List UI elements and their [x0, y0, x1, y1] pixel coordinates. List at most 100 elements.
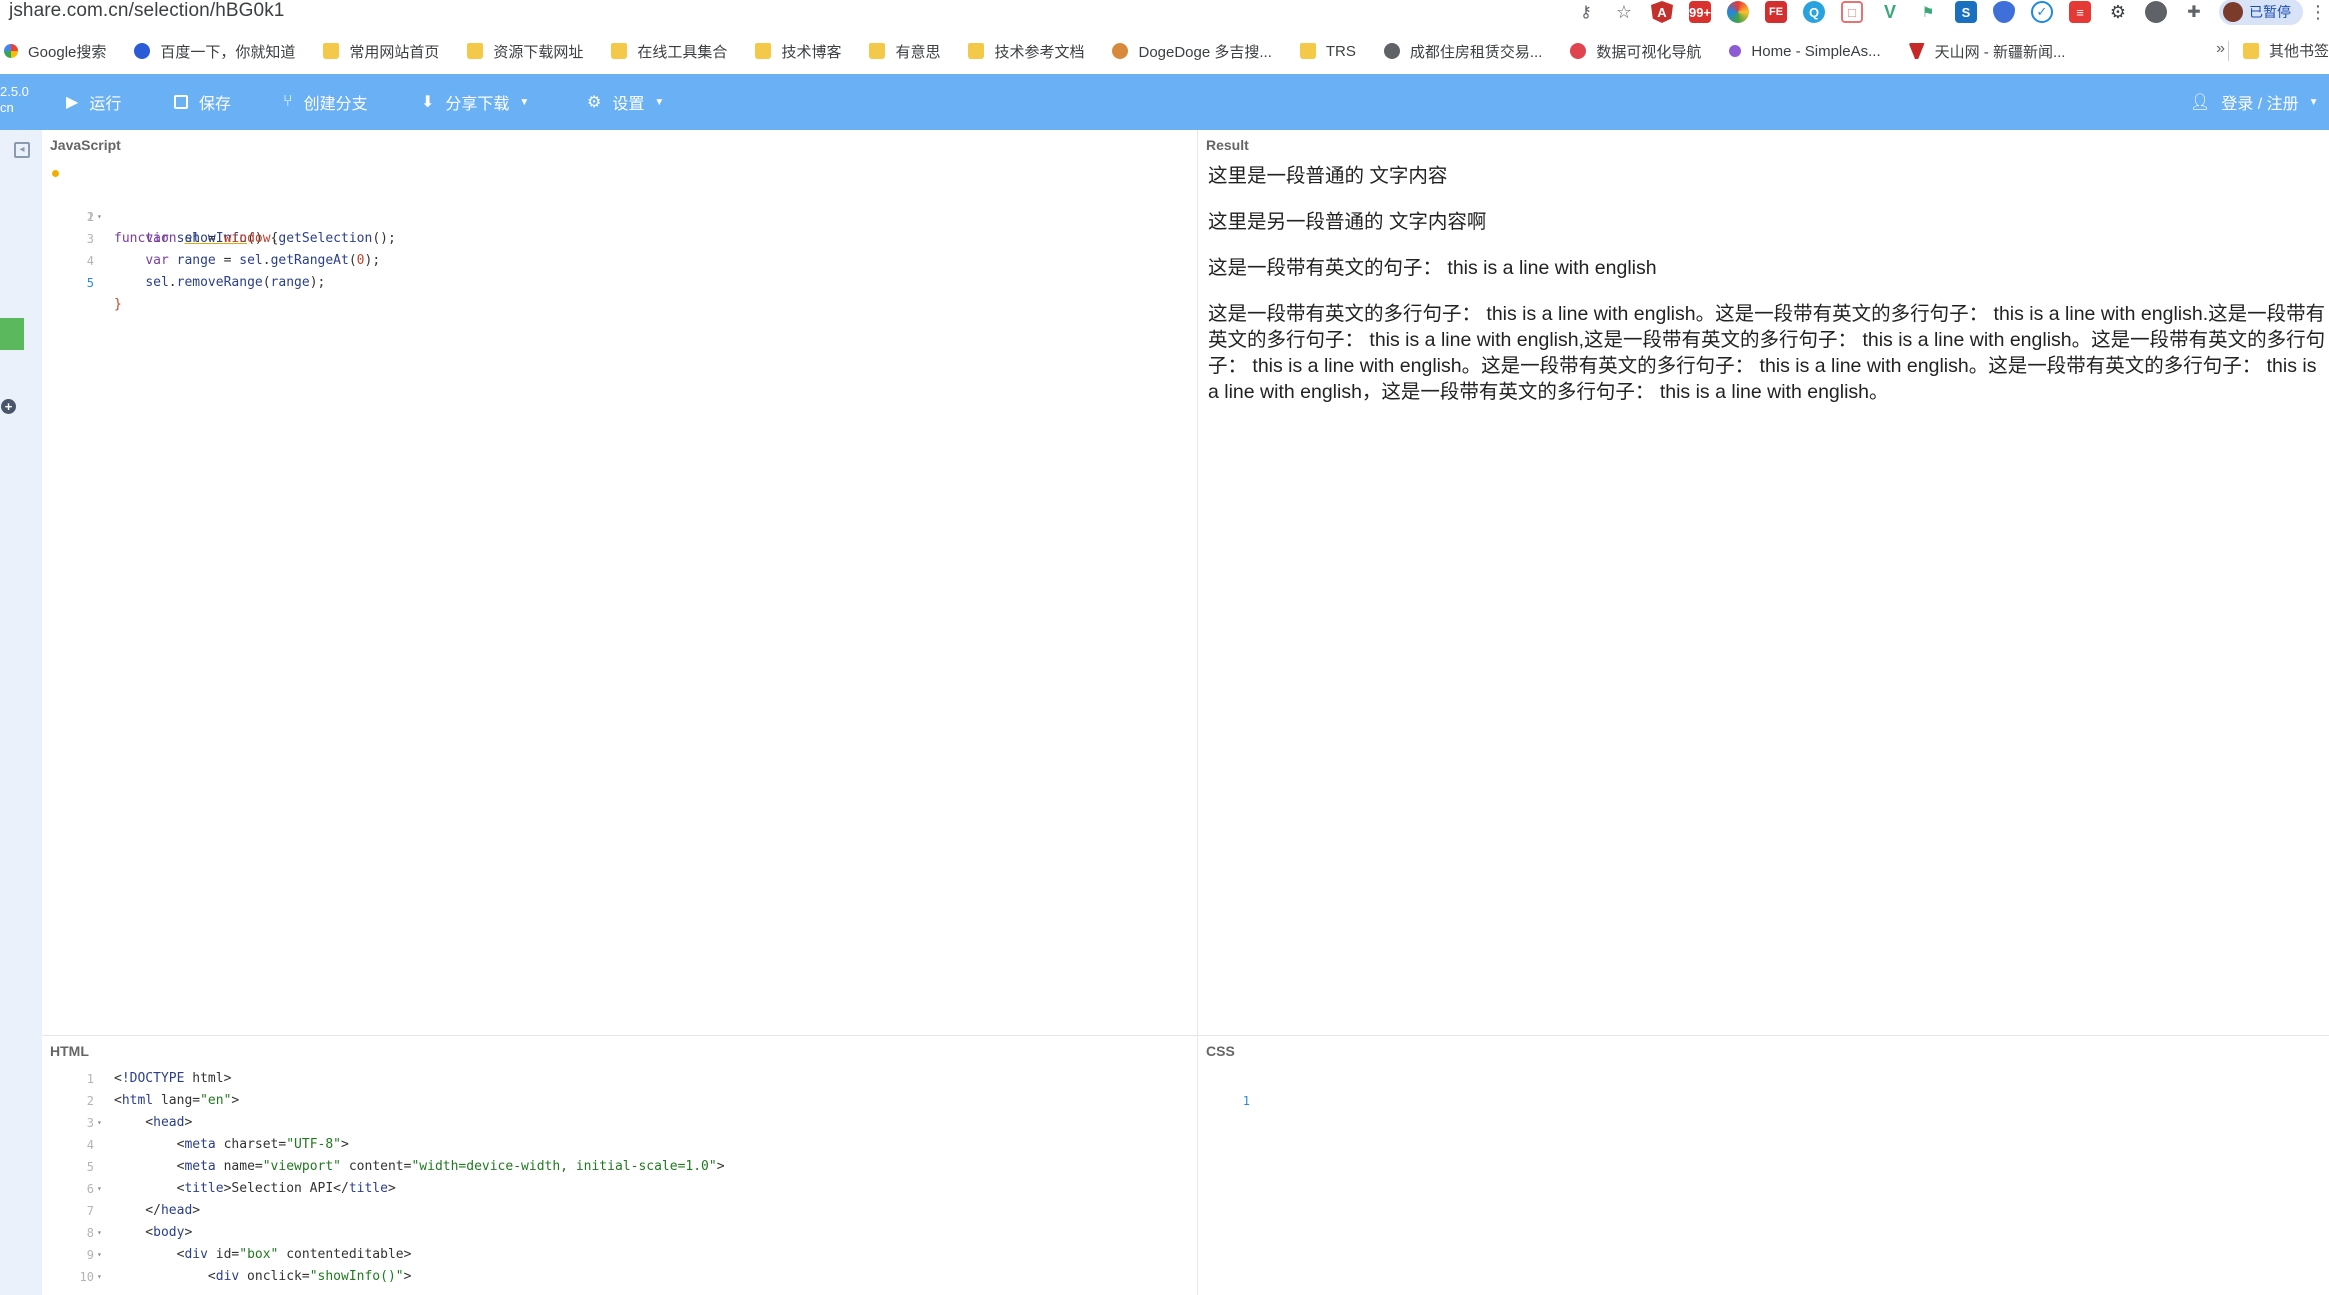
code-line[interactable]: 5 }	[42, 250, 1197, 312]
url-text[interactable]: jshare.com.cn/selection/hBG0k1	[9, 0, 284, 22]
puzzle-icon[interactable]: ✚	[2183, 1, 2205, 23]
star-icon[interactable]: ☆	[1613, 1, 1635, 23]
html-line-3: <head>	[114, 1115, 193, 1130]
settings-dropdown[interactable]: ⚙ 设置 ▼	[587, 74, 664, 130]
code-line[interactable]: 3 ▾ <head>	[42, 1112, 1197, 1134]
vue-ext-icon[interactable]: V	[1879, 1, 1901, 23]
editor-toolbar: 2.5.0 cn ▶ 运行 保存 ⑂ 创建分支 ⬇ 分享下载 ▼ ⚙ 设置 ▼ …	[0, 74, 2329, 130]
save-button[interactable]: 保存	[174, 74, 231, 130]
angular-ext-icon[interactable]: A	[1651, 1, 1673, 23]
login-register-dropdown[interactable]: 👤︎ 登录 / 注册 ▼	[2190, 74, 2319, 130]
add-resource-icon[interactable]: +	[1, 399, 16, 414]
warning-dot-icon	[52, 170, 59, 177]
s-ext-icon[interactable]: S	[1955, 1, 1977, 23]
javascript-editor-pane[interactable]: JavaScript 1 ▾ function showInfo() { 2 va…	[42, 130, 1197, 1035]
line-number: 8	[86, 1226, 94, 1240]
adblock-ext-icon[interactable]: 99+	[1689, 1, 1711, 23]
code-line[interactable]: 1 <!DOCTYPE html>	[42, 1068, 1197, 1090]
code-line[interactable]: 10 ▾ <div onclick="showInfo()">	[42, 1266, 1197, 1288]
bookmark-simpleas[interactable]: Home - SimpleAs...	[1729, 43, 1881, 60]
result-paragraph-2[interactable]: 这里是另一段普通的 文字内容啊	[1208, 209, 2329, 235]
create-branch-button[interactable]: ⑂ 创建分支	[283, 74, 368, 130]
folder-icon	[323, 43, 340, 59]
bookmark-folder-tools[interactable]: 在线工具集合	[611, 41, 727, 62]
fold-arrow-icon[interactable]: ▾	[97, 1266, 102, 1288]
flag-ext-icon[interactable]: ⚑	[1917, 1, 1939, 23]
bookmark-folder-common[interactable]: 常用网站首页	[323, 41, 439, 62]
bookmark-folder-blogs[interactable]: 技术博客	[755, 41, 841, 62]
chevron-down-icon: ▼	[519, 96, 530, 108]
result-paragraph-3[interactable]: 这是一段带有英文的句子： this is a line with english	[1208, 255, 2329, 281]
browser-extensions: ⚷ ☆ A 99+ FE Q □ V ⚑ S ✓ ≡ ⚙ ✚ 已暂停 ⋮	[1567, 0, 2329, 25]
bookmark-folder-trs[interactable]: TRS	[1299, 43, 1356, 60]
fold-arrow-icon[interactable]: ▾	[97, 1112, 102, 1134]
html-code[interactable]: 1 <!DOCTYPE html> 2 <html lang="en"> 3 ▾ <hea…	[42, 1068, 1197, 1288]
bookmark-baidu[interactable]: 百度一下，你就知道	[134, 41, 295, 62]
folder-icon	[1299, 43, 1316, 59]
fe-ext-icon[interactable]: FE	[1765, 1, 1787, 23]
code-line[interactable]: 1	[1198, 1068, 2329, 1108]
code-line[interactable]: 6 ▾ <title>Selection API</title>	[42, 1178, 1197, 1200]
folder-icon	[755, 43, 772, 59]
html-line-4: <meta charset="UTF-8">	[114, 1137, 349, 1152]
css-editor-pane[interactable]: CSS 1	[1197, 1035, 2329, 1295]
collapse-panel-icon[interactable]: ◂	[14, 142, 30, 158]
fold-arrow-icon[interactable]: ▾	[97, 1244, 102, 1266]
browser-menu-icon[interactable]: ⋮	[2309, 2, 2327, 23]
search-ext-icon[interactable]: Q	[1803, 1, 1825, 23]
code-line[interactable]: 4 <meta charset="UTF-8">	[42, 1134, 1197, 1156]
profile-button[interactable]: 已暂停	[2219, 0, 2303, 25]
result-pane[interactable]: Result 这里是一段普通的 文字内容 这里是另一段普通的 文字内容啊 这是一…	[1197, 130, 2329, 1035]
side-tab-marker[interactable]	[0, 318, 24, 350]
bookmark-google[interactable]: Google搜索	[4, 41, 106, 62]
html-line-1: <!DOCTYPE html>	[114, 1071, 232, 1086]
code-line[interactable]: 1 ▾ function showInfo() {	[42, 162, 1197, 246]
code-line[interactable]: 9 ▾ <div id="box" contenteditable>	[42, 1244, 1197, 1266]
fold-arrow-icon[interactable]: ▾	[97, 1222, 102, 1244]
gear-icon: ⚙	[587, 94, 602, 111]
fold-arrow-icon[interactable]: ▾	[97, 1178, 102, 1200]
code-line[interactable]: 7 </head>	[42, 1200, 1197, 1222]
code-line[interactable]: 5 <meta name="viewport" content="width=d…	[42, 1156, 1197, 1178]
result-paragraph-1[interactable]: 这里是一段普通的 文字内容	[1208, 163, 2329, 189]
chevron-down-icon: ▼	[2308, 96, 2319, 108]
folder-icon	[968, 43, 985, 59]
pane-title-html: HTML	[50, 1043, 89, 1059]
notes-ext-icon[interactable]: ≡	[2069, 1, 2091, 23]
code-line[interactable]: 2 var sel = window.getSelection();	[42, 184, 1197, 246]
dogedoge-icon	[1112, 43, 1129, 59]
code-line[interactable]: 4 sel.removeRange(range);	[42, 228, 1197, 290]
bookmark-folder-downloads[interactable]: 资源下载网址	[467, 41, 583, 62]
bookmarks-overflow-button[interactable]: »	[2216, 40, 2225, 58]
code-line[interactable]: 3 var range = sel.getRangeAt(0);	[42, 206, 1197, 268]
code-line[interactable]: 8 ▾ <body>	[42, 1222, 1197, 1244]
result-paragraph-4[interactable]: 这是一段带有英文的多行句子： this is a line with engli…	[1208, 301, 2329, 405]
run-button[interactable]: ▶ 运行	[66, 74, 121, 130]
key-icon[interactable]: ⚷	[1575, 1, 1597, 23]
elephant-ext-icon[interactable]	[2145, 1, 2167, 23]
download-icon: ⬇	[421, 94, 435, 111]
javascript-code[interactable]: 1 ▾ function showInfo() { 2 var sel = win…	[42, 162, 1197, 312]
bookmark-tianshan[interactable]: 天山网 - 新疆新闻...	[1908, 41, 2065, 62]
bookmark-dogedoge[interactable]: DogeDoge 多吉搜...	[1112, 41, 1272, 62]
bookmark-chengdu-rental[interactable]: 成都住房租赁交易...	[1383, 41, 1542, 62]
code-line[interactable]: 2 <html lang="en">	[42, 1090, 1197, 1112]
js-line-4: sel.removeRange(range);	[145, 275, 326, 290]
browser-url-bar[interactable]: jshare.com.cn/selection/hBG0k1 ⚷ ☆ A 99+…	[0, 0, 2329, 26]
bookmark-folder-docs[interactable]: 技术参考文档	[968, 41, 1084, 62]
css-code[interactable]: 1	[1198, 1068, 2329, 1108]
share-download-dropdown[interactable]: ⬇ 分享下载 ▼	[421, 74, 529, 130]
box-ext-icon[interactable]: □	[1841, 1, 1863, 23]
shield-ext-icon[interactable]	[1993, 1, 2015, 23]
line-number: 5	[86, 1160, 94, 1174]
bookmark-datavis[interactable]: 数据可视化导航	[1570, 41, 1701, 62]
other-bookmarks-folder[interactable]: 其他书签	[2227, 40, 2329, 61]
html-editor-pane[interactable]: HTML 1 <!DOCTYPE html> 2 <html lang="en"> 3 ▾…	[42, 1035, 1197, 1295]
version-label: 2.5.0 cn	[0, 84, 29, 115]
html-line-10: <div onclick="showInfo()">	[114, 1269, 412, 1284]
check-ext-icon[interactable]: ✓	[2031, 1, 2053, 23]
colorful-ext-icon[interactable]	[1727, 1, 1749, 23]
gear-ext-icon[interactable]: ⚙	[2107, 1, 2129, 23]
result-content[interactable]: 这里是一段普通的 文字内容 这里是另一段普通的 文字内容啊 这是一段带有英文的句…	[1208, 163, 2329, 425]
bookmark-folder-fun[interactable]: 有意思	[869, 41, 940, 62]
